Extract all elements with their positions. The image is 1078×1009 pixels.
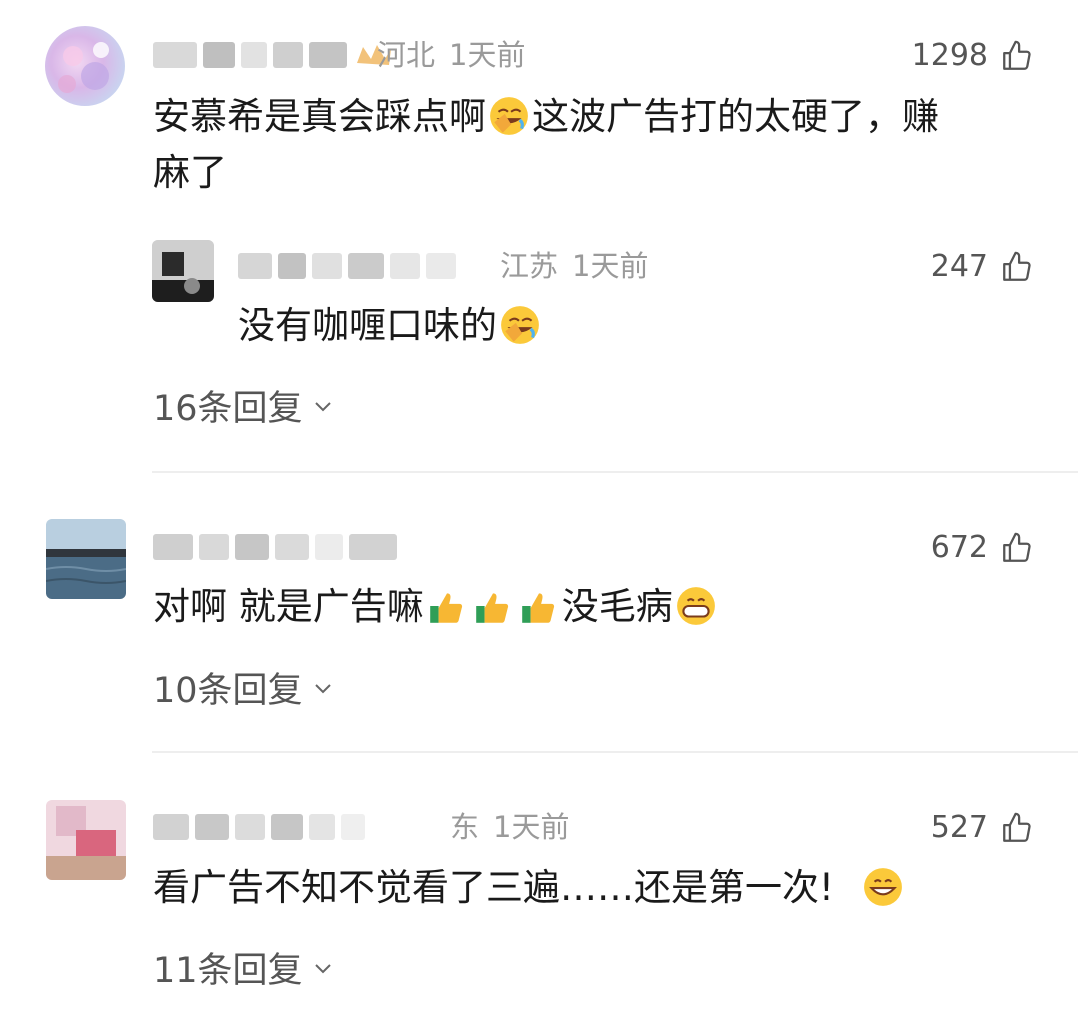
- timestamp: 1天前: [493, 810, 570, 844]
- like-button[interactable]: 1298: [912, 38, 1034, 73]
- avatar[interactable]: [46, 800, 126, 880]
- avatar-image: [58, 42, 109, 93]
- like-count: 672: [930, 530, 988, 565]
- comment-text-part: 安慕希是真会踩点啊: [153, 95, 486, 138]
- grinning-emoji: [676, 587, 715, 625]
- avatar-image: [46, 800, 126, 880]
- comment-text-part: 这波广告打的太硬了，赚: [532, 95, 939, 138]
- comment-text: 看广告不知不觉看了三遍……还是第一次!: [153, 860, 906, 916]
- avatar[interactable]: [45, 26, 125, 106]
- like-count: 527: [930, 810, 988, 845]
- location: 东: [450, 810, 480, 844]
- like-button[interactable]: 672: [931, 530, 1034, 565]
- like-count: 247: [930, 249, 988, 284]
- view-replies-button[interactable]: 11条回复: [153, 942, 335, 993]
- thumbs-up-outline-icon: [1003, 812, 1031, 842]
- comment-text-part: 看广告不知不觉看了三遍……还是第一次!: [153, 866, 834, 909]
- timestamp: 1天前: [572, 249, 649, 283]
- comment-text: 安慕希是真会踩点啊 这波广告打的太硬了，赚 麻了: [153, 89, 1043, 201]
- reply-meta: 江苏 1天前: [500, 249, 662, 283]
- divider: [152, 751, 1078, 753]
- comment-text: 对啊 就是广告嘛 没毛病: [153, 579, 719, 635]
- chevron-down-icon: [314, 401, 331, 411]
- reply-username-blurred[interactable]: [238, 249, 462, 283]
- comment-text-part: 对啊 就是广告嘛: [153, 585, 424, 628]
- chevron-down-icon: [314, 683, 331, 693]
- thumbs-up-emoji: [429, 593, 462, 623]
- comment-text-part: 麻了: [153, 151, 227, 194]
- avatar-image: [46, 519, 126, 599]
- username-blurred[interactable]: [153, 530, 403, 564]
- grinning-emoji: [863, 868, 902, 906]
- username-blurred[interactable]: [153, 810, 371, 844]
- thumbs-up-outline-icon: [1003, 251, 1031, 281]
- reply-avatar[interactable]: [152, 240, 214, 302]
- divider: [152, 471, 1078, 473]
- reply-count: 10条回复: [153, 671, 303, 711]
- reply-count: 11条回复: [153, 951, 303, 991]
- reply-count: 16条回复: [153, 389, 303, 429]
- location: 河北: [377, 38, 436, 72]
- avatar-image: [152, 240, 214, 302]
- like-count: 1298: [911, 38, 988, 73]
- facepalm-laughing-emoji: [501, 306, 539, 344]
- comment-meta: 河北 1天前: [377, 38, 539, 72]
- thumbs-up-outline-icon: [1003, 532, 1031, 562]
- avatar[interactable]: [46, 519, 126, 599]
- timestamp: 1天前: [449, 38, 526, 72]
- reply-text: 没有咖喱口味的: [238, 298, 543, 354]
- chevron-down-icon: [314, 963, 331, 973]
- view-replies-button[interactable]: 16条回复: [153, 380, 335, 431]
- like-button[interactable]: 527: [931, 810, 1034, 845]
- thumbs-up-outline-icon: [1003, 40, 1031, 70]
- comment-text-part: 没毛病: [561, 585, 673, 628]
- reply-text-part: 没有咖喱口味的: [238, 304, 497, 347]
- thumbs-up-emoji: [475, 593, 508, 623]
- location: 江苏: [500, 249, 559, 283]
- view-replies-button[interactable]: 10条回复: [153, 662, 335, 713]
- facepalm-laughing-emoji: [490, 97, 528, 135]
- username-blurred[interactable]: [153, 38, 393, 72]
- reply-like-button[interactable]: 247: [931, 249, 1034, 284]
- comment-meta: 东 1天前: [450, 810, 583, 844]
- thumbs-up-emoji: [521, 593, 554, 623]
